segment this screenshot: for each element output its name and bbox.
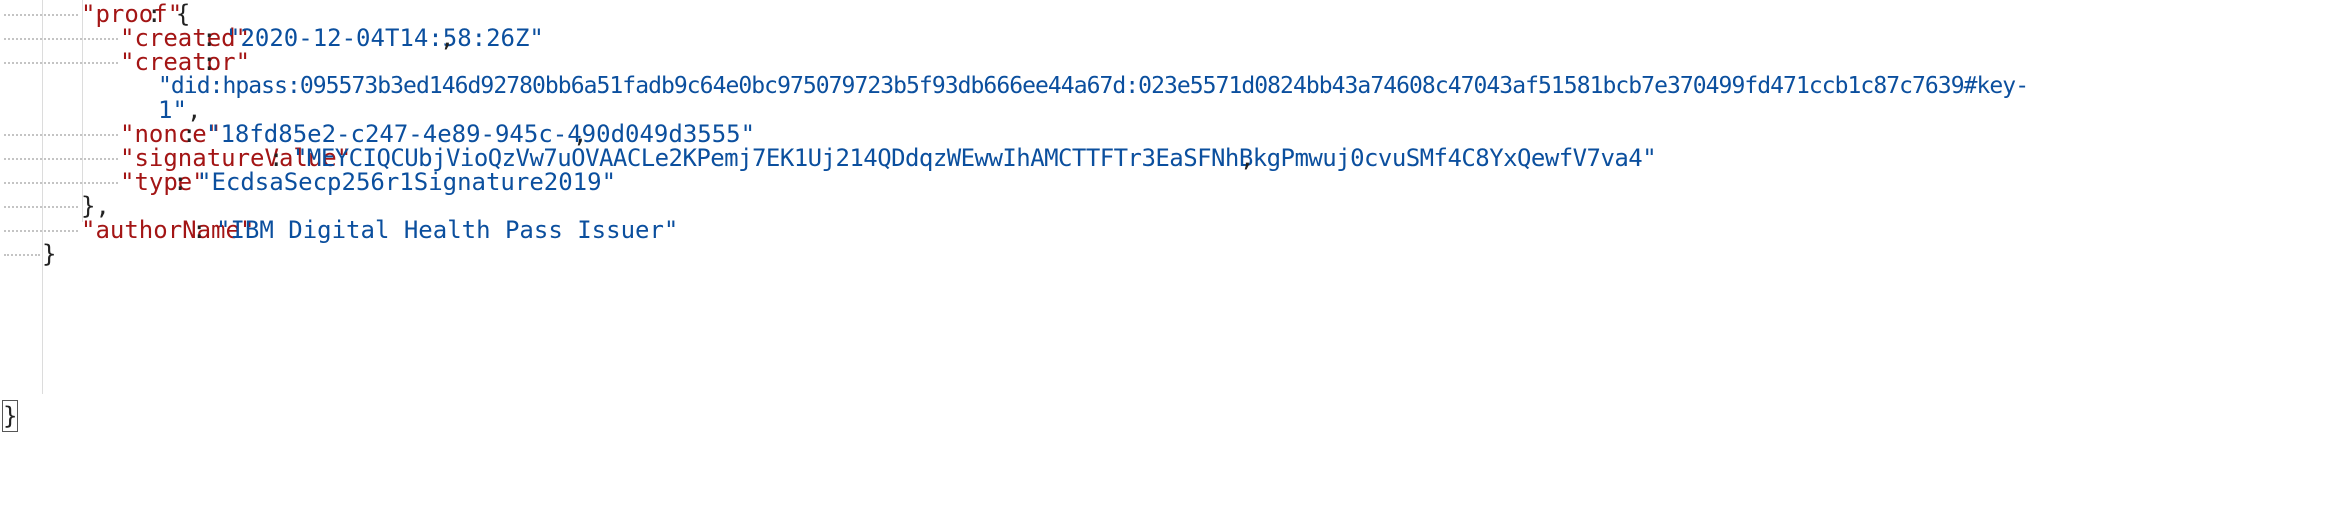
json-brace-close: }: [42, 240, 57, 268]
whitespace-dots: [4, 14, 78, 16]
whitespace-dots: [4, 38, 118, 40]
json-code-editor[interactable]: "proof" : { "created" : "2020-12-04T14:5…: [0, 0, 2334, 438]
whitespace-dots: [4, 158, 118, 160]
whitespace-dots: [4, 254, 40, 256]
whitespace-dots: [4, 182, 118, 184]
whitespace-dots: [4, 206, 78, 208]
whitespace-dots: [4, 230, 78, 232]
whitespace-dots: [4, 62, 118, 64]
json-brace-close: }: [3, 402, 18, 430]
code-line-outer-close: }: [0, 398, 2334, 434]
code-line-inner-close: }: [0, 236, 2334, 272]
whitespace-dots: [4, 134, 118, 136]
